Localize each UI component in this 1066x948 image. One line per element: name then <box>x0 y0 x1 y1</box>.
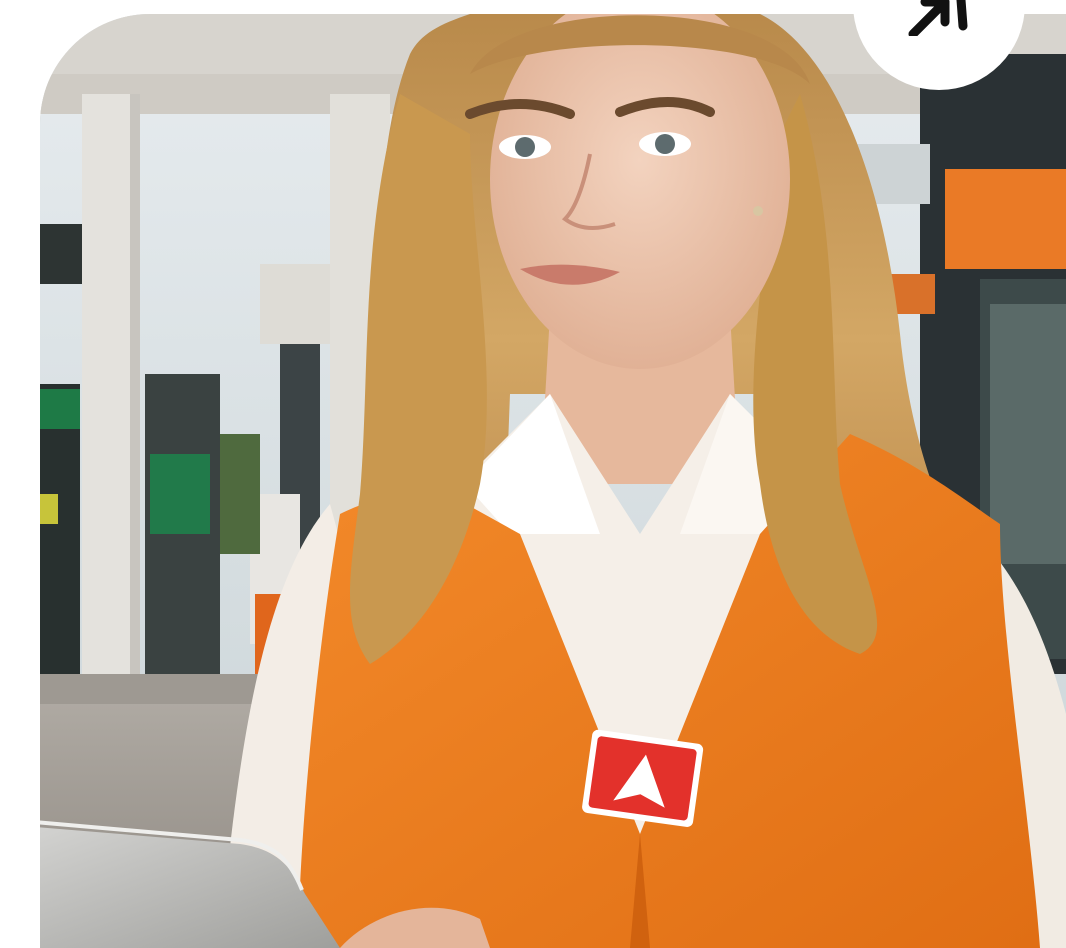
arrow-up-right-icon <box>905 0 977 39</box>
gas-station-attendant-photo <box>40 14 1066 948</box>
photo-card <box>40 14 1066 948</box>
page <box>0 0 1066 948</box>
